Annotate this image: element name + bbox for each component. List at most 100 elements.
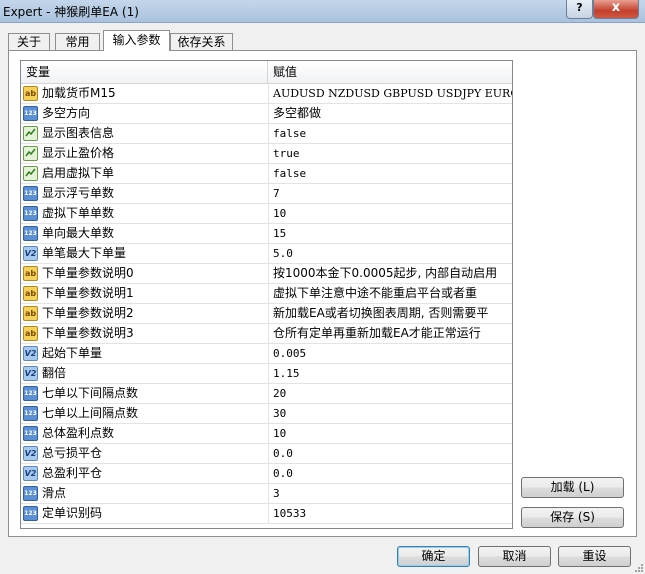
table-row[interactable]: ab 下单量参数说明0 按1000本金下0.0005起步, 内部自动启用 xyxy=(21,264,512,284)
help-icon: ? xyxy=(576,1,583,14)
column-header-variable[interactable]: 变量 xyxy=(21,61,268,83)
table-row[interactable]: 123 七单以下间隔点数 20 xyxy=(21,384,512,404)
double-type-icon: V2 xyxy=(23,246,38,261)
parameter-value[interactable]: 多空都做 xyxy=(269,104,512,123)
table-row[interactable]: V2 总亏损平仓 0.0 xyxy=(21,444,512,464)
close-icon: x xyxy=(611,0,621,15)
parameter-value[interactable]: 10 xyxy=(269,204,512,223)
table-row[interactable]: ab 加载货币M15 AUDUSD NZDUSD GBPUSD USDJPY EUR… xyxy=(21,84,512,104)
table-row[interactable]: 123 虚拟下单单数 10 xyxy=(21,204,512,224)
table-row[interactable]: 启用虚拟下单 false xyxy=(21,164,512,184)
integer-type-icon: 123 xyxy=(23,406,38,421)
parameter-name: 单笔最大下单量 xyxy=(42,246,127,260)
double-type-icon: V2 xyxy=(23,466,38,481)
table-row[interactable]: V2 总盈利平仓 0.0 xyxy=(21,464,512,484)
parameters-grid: 变量 赋值 ab 加载货币M15 AUDUSD NZDUSD GBPUSD USDJ… xyxy=(20,60,513,529)
reset-button[interactable]: 重设 xyxy=(558,546,631,567)
string-type-icon: ab xyxy=(23,306,38,321)
double-type-icon: V2 xyxy=(23,346,38,361)
parameter-value[interactable]: 7 xyxy=(269,184,512,203)
parameter-name: 虚拟下单单数 xyxy=(42,206,115,220)
table-row[interactable]: 显示止盈价格 true xyxy=(21,144,512,164)
load-button[interactable]: 加载 (L) xyxy=(521,477,624,498)
table-row[interactable]: 123 显示浮亏单数 7 xyxy=(21,184,512,204)
table-row[interactable]: 123 多空方向 多空都做 xyxy=(21,104,512,124)
parameter-name: 总盈利平仓 xyxy=(42,466,103,480)
integer-type-icon: 123 xyxy=(23,206,38,221)
string-type-icon: ab xyxy=(23,286,38,301)
parameter-name: 显示止盈价格 xyxy=(42,146,115,160)
save-button[interactable]: 保存 (S) xyxy=(521,507,624,528)
parameter-name: 下单量参数说明0 xyxy=(42,266,134,280)
table-row[interactable]: 123 总体盈利点数 10 xyxy=(21,424,512,444)
tab-dependencies[interactable]: 依存关系 xyxy=(170,33,233,50)
table-row[interactable]: ab 下单量参数说明1 虚拟下单注意中途不能重启平台或者重 xyxy=(21,284,512,304)
parameter-value[interactable]: 0.0 xyxy=(269,464,512,483)
parameter-name: 单向最大单数 xyxy=(42,226,115,240)
parameter-name: 启用虚拟下单 xyxy=(42,166,115,180)
parameter-value[interactable]: 新加载EA或者切换图表周期, 否则需要平 xyxy=(269,304,512,323)
bool-type-icon xyxy=(23,126,38,141)
parameter-value[interactable]: false xyxy=(269,124,512,143)
parameter-name: 显示浮亏单数 xyxy=(42,186,115,200)
title-bar: Expert - 神猴刷单EA (1) ? x xyxy=(0,0,645,23)
parameter-value[interactable]: 5.0 xyxy=(269,244,512,263)
parameter-value[interactable]: true xyxy=(269,144,512,163)
tab-inputs[interactable]: 输入参数 xyxy=(103,30,170,51)
table-row[interactable]: ab 下单量参数说明3 仓所有定单再重新加载EA才能正常运行 xyxy=(21,324,512,344)
parameter-value[interactable]: 20 xyxy=(269,384,512,403)
string-type-icon: ab xyxy=(23,86,38,101)
integer-type-icon: 123 xyxy=(23,106,38,121)
parameter-value[interactable]: false xyxy=(269,164,512,183)
string-type-icon: ab xyxy=(23,326,38,341)
column-header-value[interactable]: 赋值 xyxy=(268,61,512,83)
table-row[interactable]: V2 单笔最大下单量 5.0 xyxy=(21,244,512,264)
grid-header: 变量 赋值 xyxy=(21,61,512,84)
tab-common[interactable]: 常用 xyxy=(55,33,100,50)
table-row[interactable]: V2 翻倍 1.15 xyxy=(21,364,512,384)
integer-type-icon: 123 xyxy=(23,506,38,521)
parameter-name: 显示图表信息 xyxy=(42,126,115,140)
parameter-value[interactable]: 0.0 xyxy=(269,444,512,463)
parameter-name: 总亏损平仓 xyxy=(42,446,103,460)
parameter-name: 起始下单量 xyxy=(42,346,103,360)
parameter-name: 加载货币M15 xyxy=(42,86,116,100)
table-row[interactable]: 123 滑点 3 xyxy=(21,484,512,504)
table-row[interactable]: 显示图表信息 false xyxy=(21,124,512,144)
parameter-value[interactable]: 仓所有定单再重新加载EA才能正常运行 xyxy=(269,324,512,343)
table-row[interactable]: 123 定单识别码 10533 xyxy=(21,504,512,524)
parameter-name: 多空方向 xyxy=(42,106,91,120)
parameter-name: 定单识别码 xyxy=(42,506,103,520)
table-row[interactable]: 123 七单以上间隔点数 30 xyxy=(21,404,512,424)
cancel-button[interactable]: 取消 xyxy=(478,546,551,567)
ok-button[interactable]: 确定 xyxy=(397,546,470,567)
close-button[interactable]: x xyxy=(593,0,639,19)
parameter-name: 滑点 xyxy=(42,486,67,500)
parameter-value[interactable]: 1.15 xyxy=(269,364,512,383)
double-type-icon: V2 xyxy=(23,366,38,381)
table-row[interactable]: 123 单向最大单数 15 xyxy=(21,224,512,244)
parameter-name: 总体盈利点数 xyxy=(42,426,115,440)
parameter-value[interactable]: 虚拟下单注意中途不能重启平台或者重 xyxy=(269,284,512,303)
bool-type-icon xyxy=(23,146,38,161)
parameter-value[interactable]: 3 xyxy=(269,484,512,503)
parameter-value[interactable]: 15 xyxy=(269,224,512,243)
window-title: Expert - 神猴刷单EA (1) xyxy=(3,5,139,19)
table-row[interactable]: V2 起始下单量 0.005 xyxy=(21,344,512,364)
parameter-value[interactable]: 10533 xyxy=(269,504,512,523)
parameter-value[interactable]: 按1000本金下0.0005起步, 内部自动启用 xyxy=(269,264,512,283)
integer-type-icon: 123 xyxy=(23,426,38,441)
help-button[interactable]: ? xyxy=(566,0,593,19)
parameter-value[interactable]: 10 xyxy=(269,424,512,443)
table-row[interactable]: ab 下单量参数说明2 新加载EA或者切换图表周期, 否则需要平 xyxy=(21,304,512,324)
tab-about[interactable]: 关于 xyxy=(8,33,50,50)
integer-type-icon: 123 xyxy=(23,226,38,241)
parameter-value[interactable]: AUDUSD NZDUSD GBPUSD USDJPY EURGBP G... xyxy=(269,84,512,103)
parameter-value[interactable]: 0.005 xyxy=(269,344,512,363)
parameter-name: 七单以上间隔点数 xyxy=(42,406,139,420)
parameter-value[interactable]: 30 xyxy=(269,404,512,423)
parameter-name: 下单量参数说明1 xyxy=(42,286,134,300)
parameter-name: 下单量参数说明3 xyxy=(42,326,134,340)
double-type-icon: V2 xyxy=(23,446,38,461)
resize-grip-icon[interactable] xyxy=(633,562,643,572)
